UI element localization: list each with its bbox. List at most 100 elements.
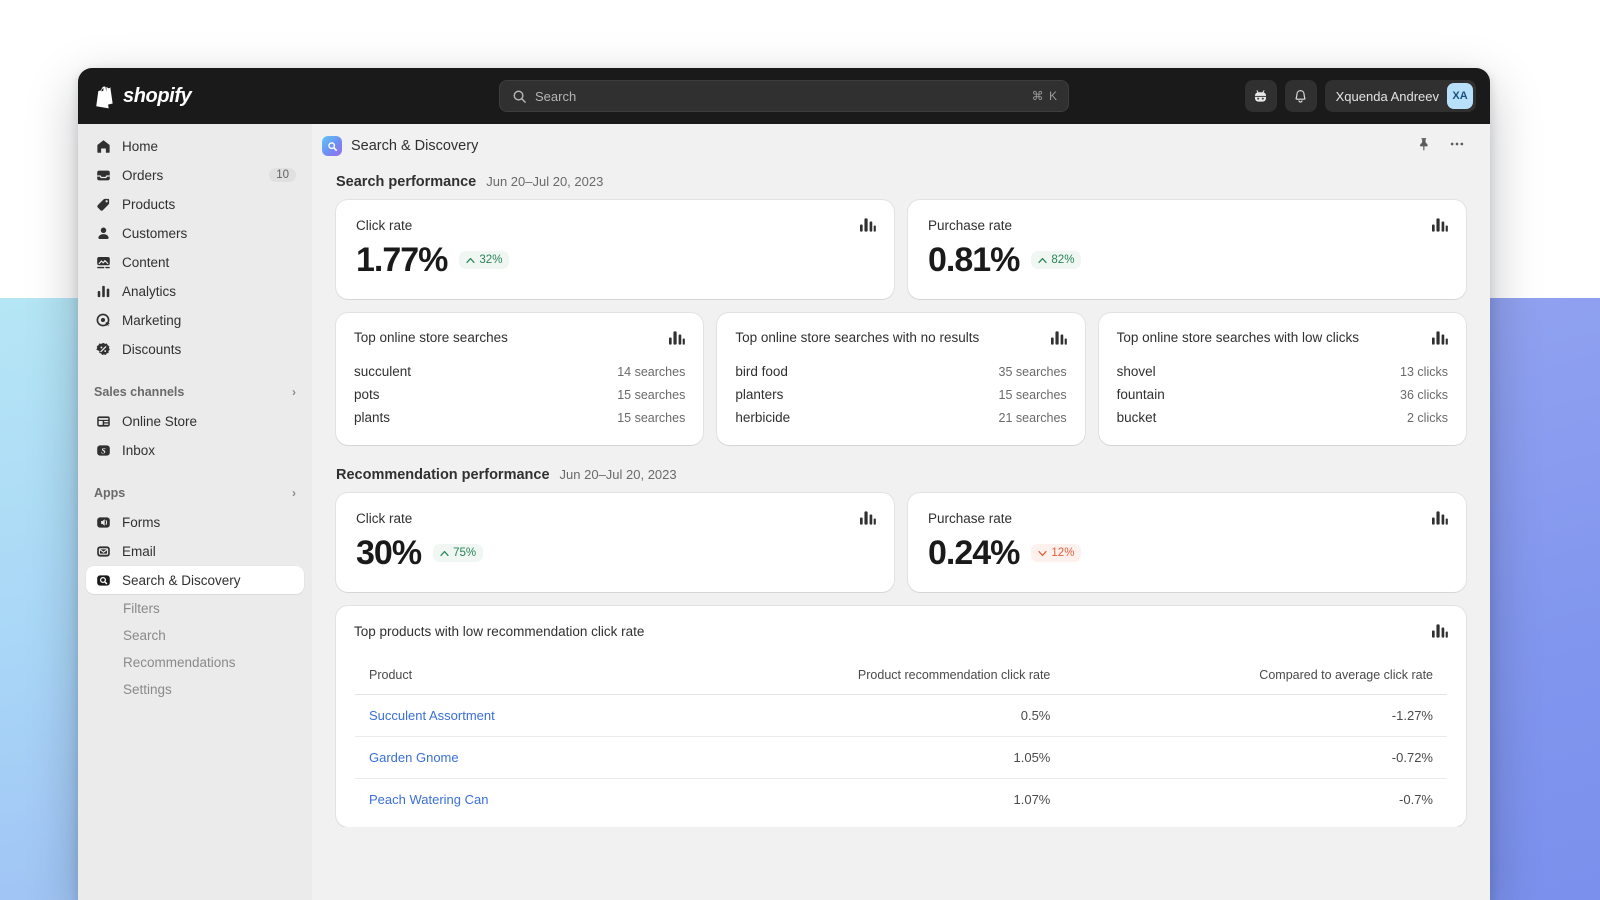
table-row[interactable]: Garden Gnome 1.05% -0.72% (355, 736, 1447, 779)
target-icon (94, 311, 112, 329)
table-row[interactable]: Peach Watering Can 1.07% -0.7% (355, 779, 1447, 821)
more-horizontal-icon[interactable] (1448, 135, 1466, 158)
metric-label: Click rate (356, 511, 413, 526)
sidebar-item-forms[interactable]: Forms (86, 508, 304, 536)
sidebar-item-inbox[interactable]: S Inbox (86, 436, 304, 464)
product-link[interactable]: Garden Gnome (369, 750, 459, 765)
section-title: Search performance (336, 174, 477, 190)
product-link[interactable]: Peach Watering Can (369, 792, 488, 807)
content-image-icon (94, 253, 112, 271)
sidebar-subitem-recommendations[interactable]: Recommendations (86, 649, 304, 676)
page-header-actions (1416, 135, 1466, 158)
orders-count-badge: 10 (269, 168, 296, 182)
sidebar-item-label: Home (122, 138, 159, 154)
sidebar-item-content[interactable]: Content (86, 248, 304, 276)
table-header-row: Product Product recommendation click rat… (355, 656, 1447, 695)
list-item: planters 15 searches (735, 383, 1066, 406)
sidebar-section-sales-channels[interactable]: Sales channels › (86, 379, 304, 405)
shopify-logo[interactable]: shopify (94, 84, 434, 109)
sidebar-subitem-filters[interactable]: Filters (86, 595, 304, 622)
bar-chart-icon[interactable] (1432, 624, 1448, 643)
recommendation-performance-header: Recommendation performance Jun 20–Jul 20… (336, 467, 1466, 483)
sidebar-item-products[interactable]: Products (86, 190, 304, 218)
card-top-searches-no-results[interactable]: Top online store searches with no result… (717, 313, 1085, 445)
metric-card-recommendation-click-rate[interactable]: Click rate 30% 75% (336, 493, 894, 592)
help-bot-icon[interactable] (1244, 80, 1277, 112)
user-name: Xquenda Andreev (1335, 88, 1439, 104)
section-date-range: Jun 20–Jul 20, 2023 (486, 174, 604, 189)
sidebar-item-discounts[interactable]: Discounts (86, 335, 304, 363)
search-count: 14 searches (617, 364, 686, 379)
search-count: 15 searches (617, 410, 686, 425)
sidebar-subitem-label: Search (123, 628, 166, 643)
bar-chart-icon[interactable] (1432, 511, 1448, 530)
metric-delta-badge: 75% (433, 544, 484, 562)
sidebar-item-marketing[interactable]: Marketing (86, 306, 304, 334)
table-row[interactable]: Succulent Assortment 0.5% -1.27% (355, 694, 1447, 737)
sidebar-item-analytics[interactable]: Analytics (86, 277, 304, 305)
list-item: plants 15 searches (354, 406, 685, 429)
shopify-bag-icon (96, 86, 113, 108)
search-placeholder: Search (535, 88, 577, 104)
sidebar-item-online-store[interactable]: Online Store (86, 407, 304, 435)
bar-chart-icon[interactable] (860, 511, 876, 530)
card-top-online-store-searches[interactable]: Top online store searches succulent 14 s… (336, 313, 704, 445)
metric-value: 30% (356, 534, 422, 572)
section-label: Apps (94, 486, 126, 500)
sidebar-item-search-and-discovery[interactable]: Search & Discovery (86, 566, 304, 594)
bar-chart-icon[interactable] (669, 331, 686, 350)
person-icon (94, 224, 112, 242)
sidebar-item-home[interactable]: Home (86, 132, 304, 160)
pin-icon[interactable] (1416, 136, 1432, 157)
bar-chart-icon[interactable] (1050, 331, 1067, 350)
main-content: Search & Discovery Search performance Ju… (312, 124, 1490, 900)
sidebar-item-email[interactable]: Email (86, 537, 304, 565)
column-header-click-rate[interactable]: Product recommendation click rate (646, 656, 1065, 695)
search-term: planters (735, 387, 784, 402)
bell-icon (1295, 89, 1306, 103)
bar-chart-icon[interactable] (860, 218, 876, 237)
sidebar-item-label: Orders (122, 167, 164, 183)
metric-delta-value: 32% (479, 254, 503, 266)
column-header-product[interactable]: Product (355, 656, 647, 695)
sidebar-section-apps[interactable]: Apps › (86, 480, 304, 506)
list-item: succulent 14 searches (354, 360, 685, 383)
dashboard-content: Search performance Jun 20–Jul 20, 2023 C… (312, 168, 1490, 827)
metric-card-recommendation-purchase-rate[interactable]: Purchase rate 0.24% 12% (908, 493, 1466, 592)
search-input[interactable]: Search ⌘ K (499, 80, 1069, 112)
bar-chart-icon[interactable] (1431, 331, 1448, 350)
notifications-button[interactable] (1284, 80, 1317, 112)
metric-label: Purchase rate (928, 218, 1013, 233)
card-top-products-low-recommendation-click-rate[interactable]: Top products with low recommendation cli… (336, 606, 1466, 827)
product-link[interactable]: Succulent Assortment (369, 708, 495, 723)
product-click-rate: 1.05% (646, 736, 1065, 779)
global-search[interactable]: Search ⌘ K (499, 80, 1069, 112)
search-discovery-icon (94, 571, 112, 589)
section-label: Sales channels (94, 385, 185, 399)
search-count: 36 clicks (1400, 387, 1448, 402)
metric-value: 0.24% (928, 534, 1020, 572)
card-title: Top products with low recommendation cli… (354, 624, 645, 639)
sidebar-item-label: Analytics (122, 283, 177, 299)
top-bar-actions: Xquenda Andreev XA (1244, 80, 1476, 112)
sidebar-item-customers[interactable]: Customers (86, 219, 304, 247)
card-title: Top online store searches with no result… (735, 330, 980, 345)
bar-chart-icon[interactable] (1432, 218, 1448, 237)
email-icon (94, 542, 112, 560)
sidebar-subitem-label: Filters (123, 601, 160, 616)
sidebar-subitem-settings[interactable]: Settings (86, 676, 304, 703)
sidebar-subitem-search[interactable]: Search (86, 622, 304, 649)
product-compared-rate: -1.27% (1064, 694, 1447, 737)
search-term: herbicide (735, 410, 791, 425)
sidebar-item-orders[interactable]: Orders 10 (86, 161, 304, 189)
user-menu[interactable]: Xquenda Andreev XA (1324, 80, 1476, 112)
card-top-searches-low-clicks[interactable]: Top online store searches with low click… (1098, 313, 1466, 445)
list-item: fountain 36 clicks (1117, 383, 1448, 406)
metric-card-search-click-rate[interactable]: Click rate 1.77% 32% (336, 200, 894, 299)
column-header-compared[interactable]: Compared to average click rate (1064, 656, 1447, 695)
search-count: 13 clicks (1400, 364, 1448, 379)
metric-value: 1.77% (356, 241, 448, 279)
search-count: 21 searches (998, 410, 1067, 425)
metric-card-search-purchase-rate[interactable]: Purchase rate 0.81% 82% (908, 200, 1466, 299)
tag-icon (94, 195, 112, 213)
